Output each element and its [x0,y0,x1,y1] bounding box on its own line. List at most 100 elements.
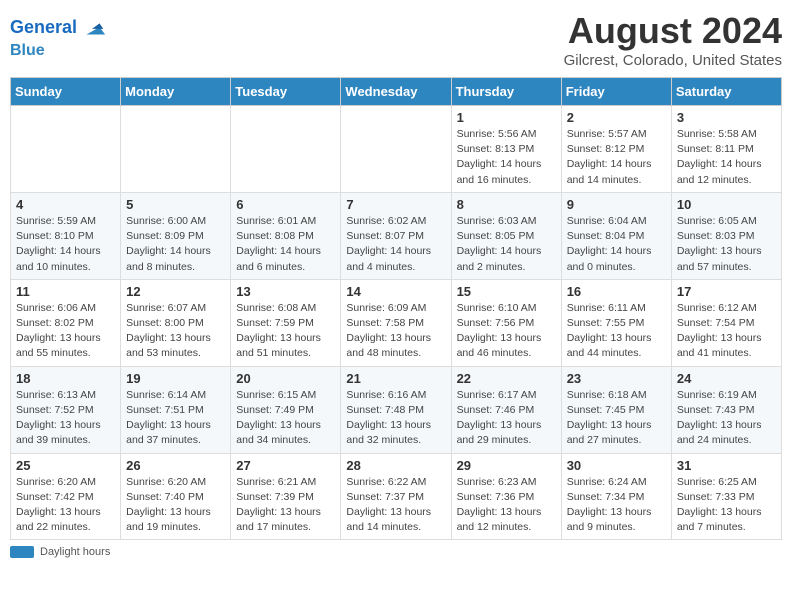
day-number: 22 [457,371,556,386]
day-info: Sunrise: 6:22 AM Sunset: 7:37 PM Dayligh… [346,475,445,536]
day-info: Sunrise: 5:57 AM Sunset: 8:12 PM Dayligh… [567,127,666,188]
week-row-5: 25 Sunrise: 6:20 AM Sunset: 7:42 PM Dayli… [11,453,782,540]
day-number: 9 [567,197,666,212]
footer-note: Daylight hours [10,546,782,558]
day-info: Sunrise: 6:16 AM Sunset: 7:48 PM Dayligh… [346,388,445,449]
day-number: 27 [236,458,335,473]
title-area: August 2024 Gilcrest, Colorado, United S… [564,10,782,69]
day-number: 5 [126,197,225,212]
column-header-tuesday: Tuesday [231,78,341,106]
day-info: Sunrise: 5:59 AM Sunset: 8:10 PM Dayligh… [16,214,115,275]
calendar-cell: 15Sunrise: 6:10 AM Sunset: 7:56 PM Dayli… [451,279,561,366]
calendar-cell: 25 Sunrise: 6:20 AM Sunset: 7:42 PM Dayli… [11,453,121,540]
calendar-cell: 27 Sunrise: 6:21 AM Sunset: 7:39 PM Dayli… [231,453,341,540]
day-info: Sunrise: 6:19 AM Sunset: 7:43 PM Dayligh… [677,388,776,449]
header: General Blue August 2024 Gilcrest, Color… [10,10,782,69]
day-number: 10 [677,197,776,212]
day-info: Sunrise: 6:18 AM Sunset: 7:45 PM Dayligh… [567,388,666,449]
day-info: Sunrise: 6:20 AM Sunset: 7:40 PM Dayligh… [126,475,225,536]
calendar-cell: 17 Sunrise: 6:12 AM Sunset: 7:54 PM Dayli… [671,279,781,366]
day-info: Sunrise: 6:00 AM Sunset: 8:09 PM Dayligh… [126,214,225,275]
day-number: 13 [236,284,335,299]
logo-text: General [10,18,77,38]
day-info: Sunrise: 6:01 AM Sunset: 8:08 PM Dayligh… [236,214,335,275]
day-number: 11 [16,284,115,299]
calendar-cell: 20 Sunrise: 6:15 AM Sunset: 7:49 PM Dayli… [231,366,341,453]
day-number: 18 [16,371,115,386]
day-info: Sunrise: 6:07 AM Sunset: 8:00 PM Dayligh… [126,301,225,362]
day-number: 31 [677,458,776,473]
day-info: Sunrise: 6:02 AM Sunset: 8:07 PM Dayligh… [346,214,445,275]
calendar-cell [121,106,231,193]
column-header-monday: Monday [121,78,231,106]
day-info: Sunrise: 6:10 AM Sunset: 7:56 PM Dayligh… [457,301,556,362]
day-info: Sunrise: 6:15 AM Sunset: 7:49 PM Dayligh… [236,388,335,449]
day-number: 20 [236,371,335,386]
calendar-header-row: SundayMondayTuesdayWednesdayThursdayFrid… [11,78,782,106]
calendar-cell: 11Sunrise: 6:06 AM Sunset: 8:02 PM Dayli… [11,279,121,366]
calendar-cell: 23 Sunrise: 6:18 AM Sunset: 7:45 PM Dayli… [561,366,671,453]
day-info: Sunrise: 6:08 AM Sunset: 7:59 PM Dayligh… [236,301,335,362]
calendar-cell: 14Sunrise: 6:09 AM Sunset: 7:58 PM Dayli… [341,279,451,366]
calendar-cell: 16 Sunrise: 6:11 AM Sunset: 7:55 PM Dayli… [561,279,671,366]
column-header-friday: Friday [561,78,671,106]
column-header-sunday: Sunday [11,78,121,106]
column-header-wednesday: Wednesday [341,78,451,106]
day-number: 29 [457,458,556,473]
week-row-2: 4Sunrise: 5:59 AM Sunset: 8:10 PM Daylig… [11,192,782,279]
day-number: 1 [457,110,556,125]
daylight-swatch [10,546,34,558]
week-row-3: 11Sunrise: 6:06 AM Sunset: 8:02 PM Dayli… [11,279,782,366]
day-info: Sunrise: 6:21 AM Sunset: 7:39 PM Dayligh… [236,475,335,536]
day-number: 2 [567,110,666,125]
day-info: Sunrise: 6:05 AM Sunset: 8:03 PM Dayligh… [677,214,776,275]
day-number: 25 [16,458,115,473]
calendar-cell: 5 Sunrise: 6:00 AM Sunset: 8:09 PM Daylig… [121,192,231,279]
month-year-title: August 2024 [564,10,782,52]
day-number: 24 [677,371,776,386]
day-info: Sunrise: 6:09 AM Sunset: 7:58 PM Dayligh… [346,301,445,362]
day-info: Sunrise: 6:25 AM Sunset: 7:33 PM Dayligh… [677,475,776,536]
day-number: 23 [567,371,666,386]
week-row-1: 1 Sunrise: 5:56 AM Sunset: 8:13 PM Daylig… [11,106,782,193]
day-number: 6 [236,197,335,212]
day-number: 17 [677,284,776,299]
day-number: 7 [346,197,445,212]
day-info: Sunrise: 6:12 AM Sunset: 7:54 PM Dayligh… [677,301,776,362]
day-info: Sunrise: 6:20 AM Sunset: 7:42 PM Dayligh… [16,475,115,536]
calendar-cell: 31 Sunrise: 6:25 AM Sunset: 7:33 PM Dayli… [671,453,781,540]
logo: General Blue [10,14,107,60]
day-number: 26 [126,458,225,473]
calendar-cell: 18 Sunrise: 6:13 AM Sunset: 7:52 PM Dayli… [11,366,121,453]
calendar-cell: 13 Sunrise: 6:08 AM Sunset: 7:59 PM Dayli… [231,279,341,366]
calendar-cell: 9 Sunrise: 6:04 AM Sunset: 8:04 PM Daylig… [561,192,671,279]
day-number: 19 [126,371,225,386]
day-number: 28 [346,458,445,473]
day-info: Sunrise: 5:56 AM Sunset: 8:13 PM Dayligh… [457,127,556,188]
day-number: 16 [567,284,666,299]
day-info: Sunrise: 5:58 AM Sunset: 8:11 PM Dayligh… [677,127,776,188]
calendar-cell: 1 Sunrise: 5:56 AM Sunset: 8:13 PM Daylig… [451,106,561,193]
day-info: Sunrise: 6:24 AM Sunset: 7:34 PM Dayligh… [567,475,666,536]
day-number: 12 [126,284,225,299]
calendar-cell: 24 Sunrise: 6:19 AM Sunset: 7:43 PM Dayli… [671,366,781,453]
calendar-cell: 8Sunrise: 6:03 AM Sunset: 8:05 PM Daylig… [451,192,561,279]
calendar-cell: 21Sunrise: 6:16 AM Sunset: 7:48 PM Dayli… [341,366,451,453]
calendar-cell: 29Sunrise: 6:23 AM Sunset: 7:36 PM Dayli… [451,453,561,540]
column-header-saturday: Saturday [671,78,781,106]
daylight-label: Daylight hours [40,546,110,558]
calendar-cell: 22 Sunrise: 6:17 AM Sunset: 7:46 PM Dayli… [451,366,561,453]
day-info: Sunrise: 6:11 AM Sunset: 7:55 PM Dayligh… [567,301,666,362]
calendar-cell: 28 Sunrise: 6:22 AM Sunset: 7:37 PM Dayli… [341,453,451,540]
day-info: Sunrise: 6:04 AM Sunset: 8:04 PM Dayligh… [567,214,666,275]
location-subtitle: Gilcrest, Colorado, United States [564,52,782,69]
calendar-cell: 4Sunrise: 5:59 AM Sunset: 8:10 PM Daylig… [11,192,121,279]
calendar-cell [231,106,341,193]
day-info: Sunrise: 6:13 AM Sunset: 7:52 PM Dayligh… [16,388,115,449]
logo-icon [79,14,107,42]
day-number: 3 [677,110,776,125]
week-row-4: 18 Sunrise: 6:13 AM Sunset: 7:52 PM Dayli… [11,366,782,453]
logo-blue-text: Blue [10,42,107,60]
calendar-cell: 2 Sunrise: 5:57 AM Sunset: 8:12 PM Daylig… [561,106,671,193]
day-info: Sunrise: 6:17 AM Sunset: 7:46 PM Dayligh… [457,388,556,449]
